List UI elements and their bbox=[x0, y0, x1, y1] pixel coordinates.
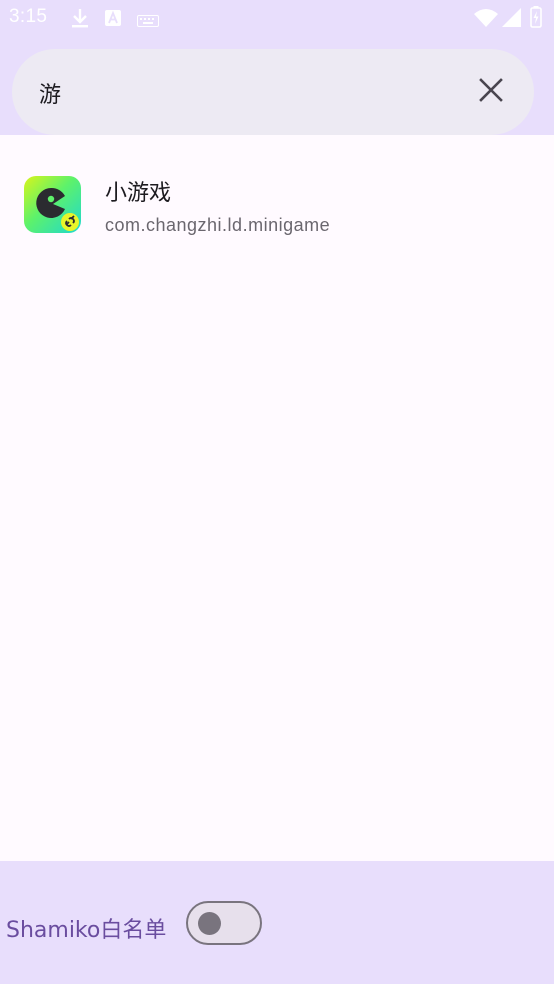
status-bar: 3:15 bbox=[0, 0, 554, 36]
app-package-name: com.changzhi.ld.minigame bbox=[105, 215, 331, 235]
whitelist-toggle[interactable] bbox=[186, 901, 262, 945]
whitelist-label: Shamiko白名单 bbox=[6, 918, 167, 943]
app-name: 小游戏 bbox=[105, 181, 172, 206]
search-area: 游 bbox=[0, 36, 554, 135]
results-list: 小游戏 com.changzhi.ld.minigame bbox=[0, 135, 554, 861]
battery-charging-icon bbox=[530, 6, 542, 32]
keyboard-icon bbox=[137, 12, 159, 31]
search-input[interactable]: 游 bbox=[39, 77, 61, 109]
wifi-icon bbox=[474, 8, 498, 32]
signal-icon bbox=[502, 8, 521, 31]
bottom-bar: Shamiko白名单 bbox=[0, 861, 554, 984]
list-item[interactable]: 小游戏 com.changzhi.ld.minigame bbox=[0, 135, 554, 275]
search-bar[interactable]: 游 bbox=[12, 49, 534, 135]
status-time: 3:15 bbox=[9, 6, 48, 27]
minigame-app-icon bbox=[24, 176, 81, 233]
toggle-thumb bbox=[198, 912, 221, 935]
close-icon bbox=[479, 78, 503, 106]
download-icon bbox=[70, 7, 90, 33]
clear-search-button[interactable] bbox=[470, 71, 512, 113]
a-notification-icon bbox=[104, 9, 122, 31]
